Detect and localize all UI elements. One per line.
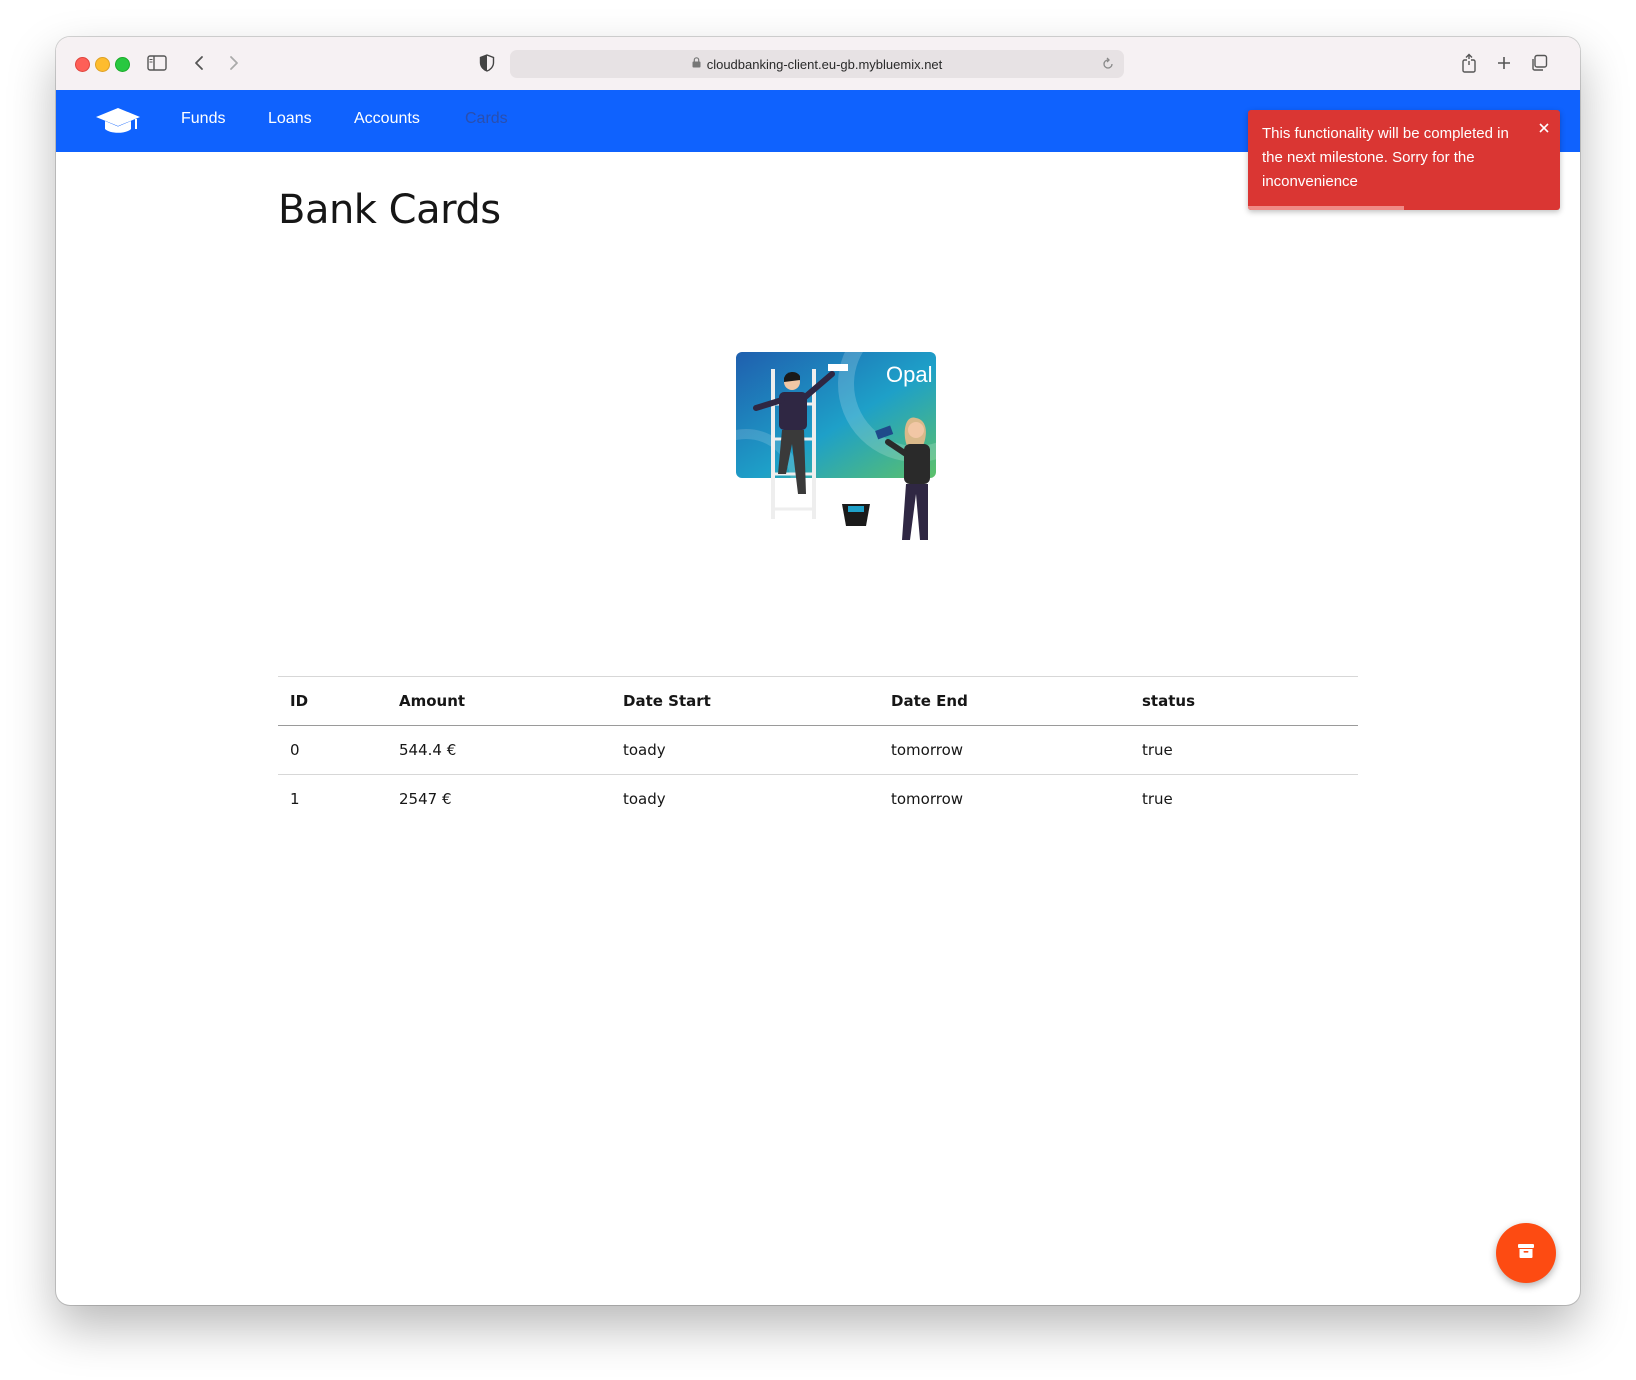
- column-header-amount[interactable]: Amount: [387, 676, 611, 726]
- share-icon[interactable]: [1456, 50, 1482, 76]
- cards-table: ID Amount Date Start Date End status 0 5…: [278, 676, 1358, 823]
- address-bar[interactable]: cloudbanking-client.eu-gb.mybluemix.net: [510, 50, 1124, 78]
- column-header-status[interactable]: status: [1130, 676, 1358, 726]
- cell-amount: 544.4 €: [387, 725, 611, 775]
- sidebar-toggle-icon[interactable]: [144, 50, 170, 76]
- opal-logo-text: Opal: [886, 362, 932, 387]
- nav-link-accounts[interactable]: Accounts: [354, 110, 420, 128]
- archive-button[interactable]: [1496, 1223, 1556, 1283]
- nav-link-cards[interactable]: Cards: [465, 110, 508, 128]
- browser-window: cloudbanking-client.eu-gb.mybluemix.net …: [56, 37, 1580, 1305]
- graduation-cap-icon[interactable]: [94, 104, 142, 138]
- lock-icon: [692, 55, 701, 73]
- table-header-row: ID Amount Date Start Date End status: [278, 676, 1358, 726]
- url-text: cloudbanking-client.eu-gb.mybluemix.net: [706, 56, 943, 72]
- reload-icon[interactable]: [1100, 56, 1116, 72]
- back-icon[interactable]: [186, 50, 212, 76]
- screen: cloudbanking-client.eu-gb.mybluemix.net …: [0, 0, 1636, 1380]
- cell-date-start: toady: [623, 790, 666, 808]
- cell-status: true: [1130, 725, 1358, 775]
- cell-date-start: toady: [611, 725, 879, 775]
- privacy-shield-icon[interactable]: [474, 50, 500, 76]
- new-tab-icon[interactable]: [1491, 50, 1517, 76]
- browser-toolbar: cloudbanking-client.eu-gb.mybluemix.net: [56, 37, 1580, 91]
- nav-link-loans[interactable]: Loans: [268, 110, 312, 128]
- cell-id: 1: [290, 790, 300, 808]
- toast-progress-bar: [1248, 206, 1404, 210]
- card-illustration: Opal: [691, 306, 994, 544]
- column-header-date-start[interactable]: Date Start: [611, 676, 879, 726]
- cell-id: 0: [278, 725, 387, 775]
- tab-overview-icon[interactable]: [1526, 50, 1552, 76]
- forward-icon[interactable]: [221, 50, 247, 76]
- close-window-button[interactable]: [75, 57, 90, 72]
- cell-date-end: tomorrow: [879, 725, 1130, 775]
- column-header-date-end[interactable]: Date End: [879, 676, 1130, 726]
- page-title: Bank Cards: [278, 187, 501, 233]
- column-header-id[interactable]: ID: [278, 676, 387, 726]
- toast-message: This functionality will be completed in …: [1262, 125, 1509, 190]
- archive-icon: [1517, 1243, 1535, 1264]
- zoom-window-button[interactable]: [115, 57, 130, 72]
- error-toast: This functionality will be completed in …: [1248, 110, 1560, 210]
- table-row[interactable]: 0 544.4 € toady tomorrow true: [278, 725, 1358, 775]
- close-icon[interactable]: [1536, 120, 1552, 136]
- nav-link-funds[interactable]: Funds: [181, 110, 225, 128]
- cell-amount: 2547 €: [399, 790, 452, 808]
- cell-status: true: [1142, 790, 1173, 808]
- minimize-window-button[interactable]: [95, 57, 110, 72]
- table-row[interactable]: 1 2547 € toady tomorrow true: [278, 775, 1358, 824]
- cell-date-end: tomorrow: [891, 790, 964, 808]
